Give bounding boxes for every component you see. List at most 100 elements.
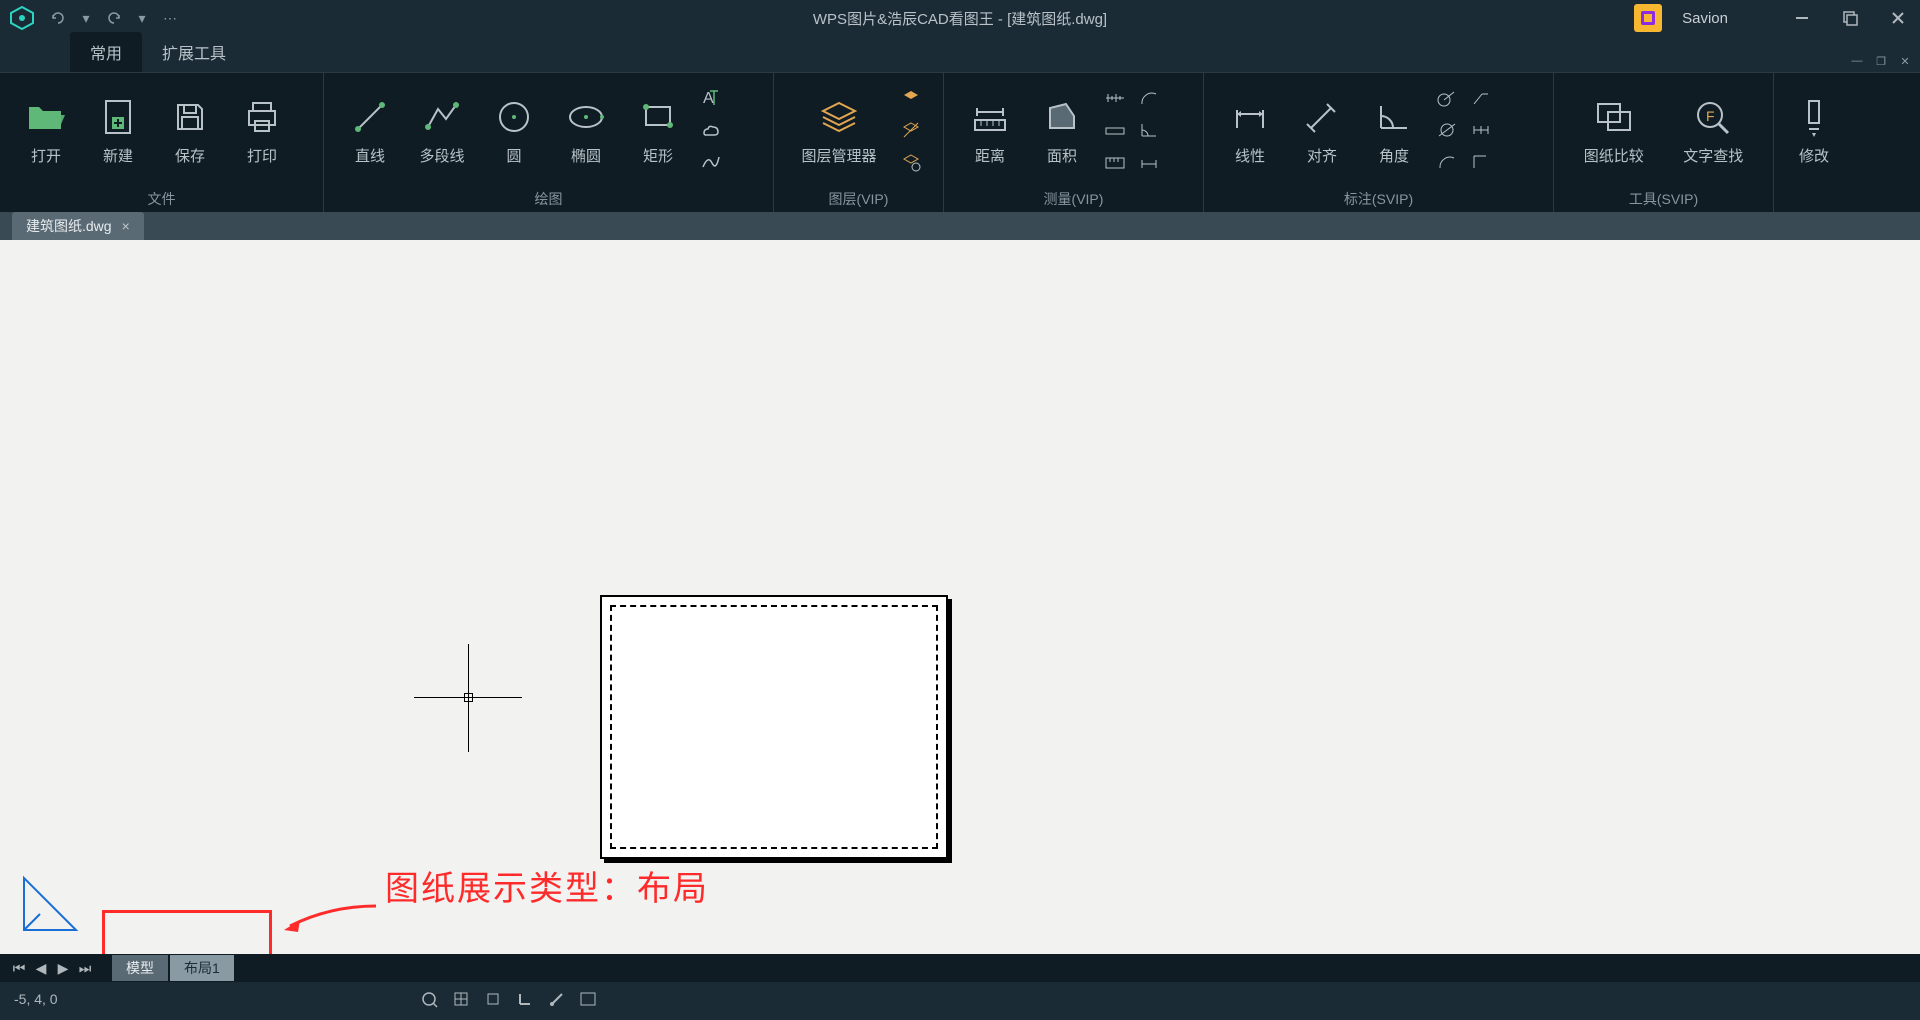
annotation-highlight-box [102, 910, 272, 960]
print-button[interactable]: 打印 [226, 80, 298, 180]
user-avatar-icon[interactable] [1634, 4, 1662, 32]
status-extra[interactable] [578, 990, 598, 1008]
dim2-icon[interactable] [1136, 149, 1162, 175]
compare-icon [1591, 94, 1637, 140]
text-icon[interactable]: A [698, 85, 724, 111]
mdi-close-icon[interactable]: ✕ [1896, 54, 1914, 68]
layout-prev-icon[interactable]: ◀ [32, 959, 50, 977]
printable-area [610, 605, 938, 849]
undo-icon[interactable] [48, 8, 68, 28]
layer-on-icon[interactable] [898, 85, 924, 111]
linear-dim-button[interactable]: 线性 [1214, 80, 1286, 180]
area-icon [1039, 94, 1085, 140]
arc-dim-icon[interactable] [1434, 149, 1460, 175]
layout-tab-layout1[interactable]: 布局1 [170, 955, 234, 981]
panel-dim: 线性 对齐 角度 标注(SVIP) [1204, 73, 1554, 212]
layout-last-icon[interactable]: ⏭ [76, 959, 94, 977]
ellipse-button[interactable]: 椭圆 [550, 80, 622, 180]
continue-icon[interactable] [1468, 117, 1494, 143]
drawing-canvas[interactable]: 图纸展示类型：布局 [0, 240, 1920, 954]
status-bar: -5, 4, 0 [0, 982, 1920, 1016]
close-button[interactable] [1884, 7, 1912, 29]
panel-draw: 直线 多段线 圆 椭圆 矩形 A 绘图 [324, 73, 774, 212]
mdi-minimize-icon[interactable]: — [1848, 54, 1866, 68]
area-button[interactable]: 面积 [1026, 80, 1098, 180]
line-icon [347, 94, 393, 140]
find-icon: F [1690, 94, 1736, 140]
layer-manager-button[interactable]: 图层管理器 [784, 80, 894, 180]
file-tabs-bar: 建筑图纸.dwg × [0, 212, 1920, 240]
mdi-restore-icon[interactable]: ❐ [1872, 54, 1890, 68]
radius-icon[interactable] [1434, 85, 1460, 111]
distance-button[interactable]: 距离 [954, 80, 1026, 180]
panel-tools: 图纸比较 F 文字查找 工具(SVIP) [1554, 73, 1774, 212]
scale-icon[interactable] [1102, 85, 1128, 111]
compare-button[interactable]: 图纸比较 [1564, 80, 1664, 180]
circle-button[interactable]: 圆 [478, 80, 550, 180]
diameter-icon[interactable] [1434, 117, 1460, 143]
textfind-button[interactable]: F 文字查找 [1664, 80, 1764, 180]
layout-first-icon[interactable]: ⏮ [10, 959, 28, 977]
print-icon [239, 94, 285, 140]
redo-dropdown-icon[interactable]: ▾ [132, 8, 152, 28]
linear-dim-icon [1227, 94, 1273, 140]
layer-off-icon[interactable] [898, 117, 924, 143]
layout-next-icon[interactable]: ▶ [54, 959, 72, 977]
ucs-icon [16, 870, 84, 938]
panel-file-label: 文件 [0, 186, 323, 212]
minimize-button[interactable] [1788, 7, 1816, 29]
angle-dim-button[interactable]: 角度 [1358, 80, 1430, 180]
panel-draw-label: 绘图 [324, 186, 773, 212]
crosshair-center [464, 693, 473, 702]
spline-icon[interactable] [698, 149, 724, 175]
snap-mode-icon[interactable] [482, 988, 504, 1010]
grid-mode-icon[interactable] [450, 988, 472, 1010]
cloud-icon[interactable] [698, 117, 724, 143]
ruler3-icon[interactable] [1102, 149, 1128, 175]
new-button[interactable]: 新建 [82, 80, 154, 180]
menu-tabs: 常用 扩展工具 — ❐ ✕ [0, 36, 1920, 72]
polyline-button[interactable]: 多段线 [406, 80, 478, 180]
maximize-button[interactable] [1836, 7, 1864, 29]
angle-icon[interactable] [1136, 117, 1162, 143]
ruler2-icon[interactable] [1102, 117, 1128, 143]
open-button[interactable]: 打开 [10, 80, 82, 180]
measure-extra-1 [1098, 81, 1132, 179]
rect-button[interactable]: 矩形 [622, 80, 694, 180]
save-button[interactable]: 保存 [154, 80, 226, 180]
circle-icon [491, 94, 537, 140]
polar-mode-icon[interactable] [546, 988, 568, 1010]
layer-gear-icon[interactable] [898, 149, 924, 175]
modify-button[interactable]: 修改 [1784, 80, 1844, 180]
panel-file: 打开 新建 保存 打印 文件 [0, 73, 324, 212]
redo-icon[interactable] [104, 8, 124, 28]
save-icon [167, 94, 213, 140]
username-label: Savion [1682, 10, 1728, 27]
tab-common[interactable]: 常用 [70, 32, 142, 72]
draw-extra-column: A [694, 81, 728, 179]
paper-layout [600, 595, 948, 859]
arc-icon[interactable] [1136, 85, 1162, 111]
align-dim-button[interactable]: 对齐 [1286, 80, 1358, 180]
folder-open-icon [23, 94, 69, 140]
undo-dropdown-icon[interactable]: ▾ [76, 8, 96, 28]
file-tab-active[interactable]: 建筑图纸.dwg × [12, 212, 144, 240]
panel-tools-label: 工具(SVIP) [1554, 186, 1773, 212]
line-button[interactable]: 直线 [334, 80, 406, 180]
layer-extra-column [894, 81, 928, 179]
ord-icon[interactable] [1468, 149, 1494, 175]
pan-mode-icon[interactable] [418, 988, 440, 1010]
ortho-mode-icon[interactable] [514, 988, 536, 1010]
svg-text:F: F [1706, 108, 1715, 124]
layout-tab-model[interactable]: 模型 [112, 955, 168, 981]
panel-dim-label: 标注(SVIP) [1204, 186, 1553, 212]
coordinates-readout: -5, 4, 0 [14, 991, 58, 1007]
layout-tabs-bar: ⏮ ◀ ▶ ⏭ 模型 布局1 [0, 954, 1920, 982]
document-new-icon [95, 94, 141, 140]
layers-icon [816, 94, 862, 140]
tab-extend[interactable]: 扩展工具 [142, 32, 246, 72]
qat-more-icon[interactable]: ⋯ [160, 8, 180, 28]
panel-layer-label: 图层(VIP) [774, 186, 943, 212]
leader-icon[interactable] [1468, 85, 1494, 111]
file-tab-close-icon[interactable]: × [122, 218, 130, 234]
